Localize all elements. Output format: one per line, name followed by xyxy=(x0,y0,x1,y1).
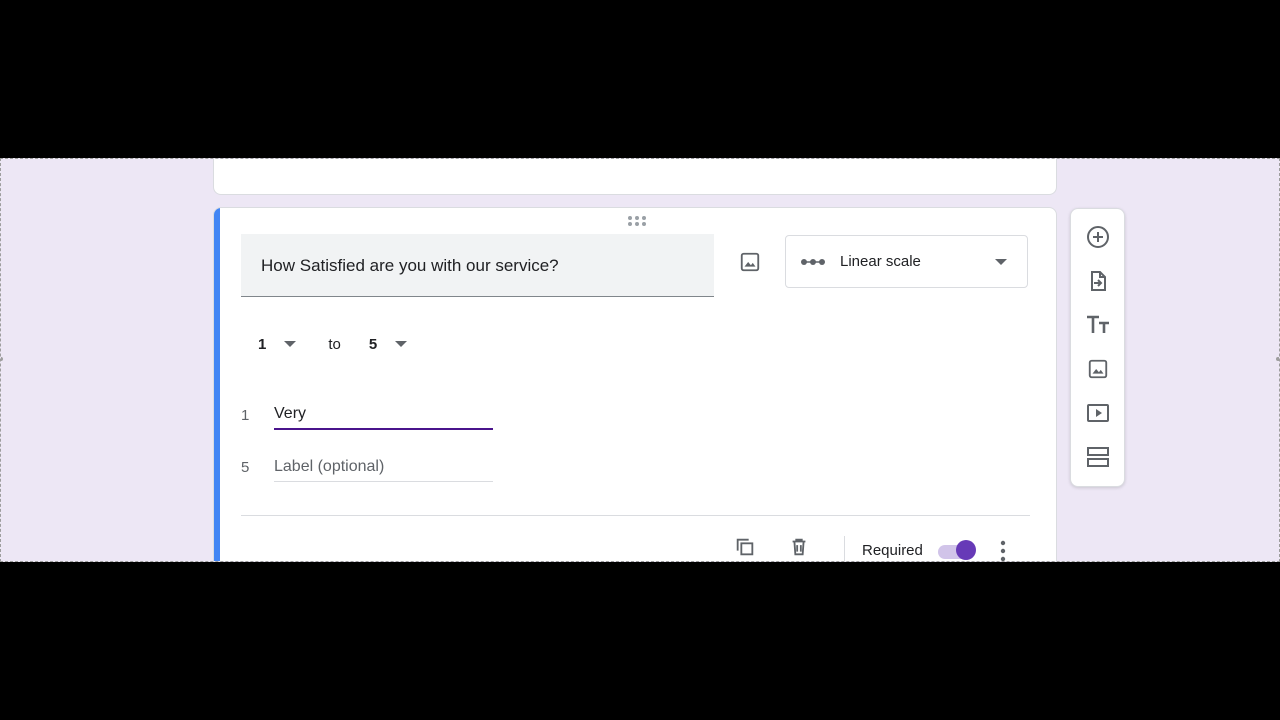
max-label-row: 5 xyxy=(241,452,493,482)
more-options-icon[interactable] xyxy=(1000,540,1006,562)
delete-icon[interactable] xyxy=(788,536,810,558)
resize-handle xyxy=(1276,357,1279,361)
add-image-tool-button[interactable] xyxy=(1085,356,1111,382)
question-card[interactable]: Linear scale 1 to 5 1 5 xyxy=(213,207,1057,562)
linear-scale-icon xyxy=(801,258,825,265)
resize-handle xyxy=(1,357,3,361)
add-title-icon xyxy=(1087,315,1109,333)
scale-to-label: to xyxy=(328,335,341,353)
add-section-button[interactable] xyxy=(1085,444,1111,470)
add-video-icon xyxy=(1087,404,1109,422)
active-card-accent xyxy=(214,208,220,561)
add-section-icon xyxy=(1087,447,1109,467)
import-questions-icon xyxy=(1091,271,1106,291)
scale-min-value: 1 xyxy=(258,335,267,353)
min-label-row: 1 xyxy=(241,400,493,430)
footer-separator xyxy=(844,536,845,561)
chevron-down-icon xyxy=(395,341,408,347)
chevron-down-icon xyxy=(284,341,297,347)
floating-toolbar xyxy=(1070,208,1125,487)
min-label-input[interactable] xyxy=(274,400,493,430)
add-image-button[interactable] xyxy=(734,246,766,278)
add-video-button[interactable] xyxy=(1085,400,1111,426)
add-image-icon xyxy=(1088,359,1108,379)
add-question-icon xyxy=(1087,226,1109,248)
question-footer: Required xyxy=(214,528,1056,562)
add-question-button[interactable] xyxy=(1085,224,1111,250)
min-label-index: 1 xyxy=(241,407,250,424)
add-title-button[interactable] xyxy=(1085,312,1111,338)
required-label: Required xyxy=(862,542,923,559)
scale-range-row: 1 to 5 xyxy=(258,334,408,354)
max-label-index: 5 xyxy=(241,459,250,476)
import-questions-button[interactable] xyxy=(1085,268,1111,294)
image-icon xyxy=(740,252,760,272)
duplicate-icon[interactable] xyxy=(734,536,756,558)
footer-divider xyxy=(241,515,1030,516)
question-title-field[interactable] xyxy=(241,234,714,298)
scale-max-dropdown[interactable]: 5 xyxy=(368,335,408,353)
max-label-input[interactable] xyxy=(274,452,493,482)
question-type-label: Linear scale xyxy=(840,253,921,270)
previous-question-card[interactable] xyxy=(213,159,1057,195)
required-toggle-knob[interactable] xyxy=(956,540,976,560)
drag-handle-icon[interactable] xyxy=(628,216,646,226)
question-title-input[interactable] xyxy=(259,234,703,298)
chevron-down-icon xyxy=(995,258,1007,265)
form-editor-viewport: Linear scale 1 to 5 1 5 xyxy=(0,158,1280,562)
question-type-dropdown[interactable]: Linear scale xyxy=(785,235,1028,288)
scale-min-dropdown[interactable]: 1 xyxy=(258,335,297,353)
scale-max-value: 5 xyxy=(368,335,378,353)
